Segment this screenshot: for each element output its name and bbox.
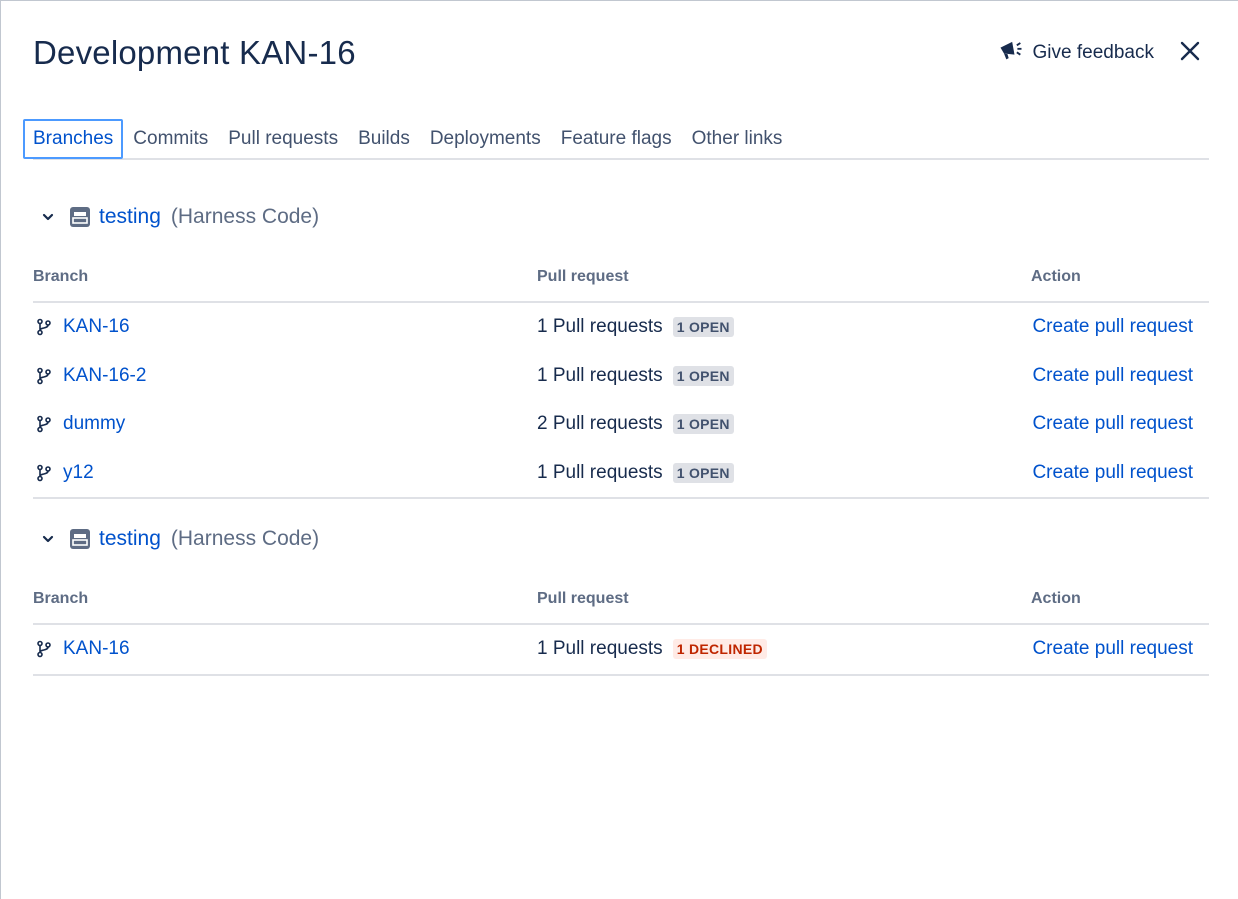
branches-table: Branch Pull request Action KAN-16 1 Pull… [33, 589, 1209, 676]
column-pull-request: Pull request [537, 268, 629, 285]
create-pull-request-link[interactable]: Create pull request [1032, 413, 1209, 435]
tab-other-links[interactable]: Other links [682, 119, 793, 159]
table-header: Branch Pull request Action [33, 267, 1209, 303]
action-cell: Create pull request [1031, 638, 1209, 660]
column-action: Action [1031, 590, 1081, 607]
pull-request-cell: 2 Pull requests 1 OPEN [537, 413, 1031, 435]
create-pull-request-link[interactable]: Create pull request [1032, 638, 1209, 660]
close-button[interactable] [1174, 37, 1206, 69]
column-branch: Branch [33, 590, 89, 607]
repository-source: (Harness Code) [170, 527, 320, 550]
table-row: y12 1 Pull requests 1 OPEN Create pull r… [33, 449, 1209, 498]
branch-link[interactable]: KAN-16-2 [63, 365, 146, 387]
branch-link[interactable]: y12 [63, 462, 94, 484]
chevron-down-icon[interactable] [33, 202, 63, 232]
tab-branches[interactable]: Branches [23, 119, 124, 159]
table-body: KAN-16 1 Pull requests 1 DECLINED Create… [33, 625, 1209, 676]
repository-source: (Harness Code) [170, 205, 320, 228]
action-cell: Create pull request [1031, 413, 1209, 435]
status-badge: 1 DECLINED [672, 639, 767, 660]
pull-request-count[interactable]: 1 Pull requests [537, 638, 663, 660]
pull-request-count[interactable]: 1 Pull requests [537, 316, 663, 338]
tab-builds[interactable]: Builds [348, 119, 420, 159]
branch-link[interactable]: KAN-16 [63, 638, 130, 660]
table-row: KAN-16-2 1 Pull requests 1 OPEN Create p… [33, 352, 1209, 401]
branch-icon [37, 367, 51, 385]
create-pull-request-link[interactable]: Create pull request [1032, 365, 1209, 387]
branch-cell: KAN-16-2 [33, 365, 537, 387]
action-cell: Create pull request [1031, 365, 1209, 387]
repository-icon [70, 529, 90, 549]
column-branch: Branch [33, 268, 89, 285]
column-pull-request: Pull request [537, 590, 629, 607]
pull-request-count[interactable]: 1 Pull requests [537, 462, 663, 484]
repository-header: testing (Harness Code) [33, 197, 1209, 237]
tab-commits[interactable]: Commits [123, 119, 218, 159]
create-pull-request-link[interactable]: Create pull request [1032, 462, 1209, 484]
repository-header: testing (Harness Code) [33, 519, 1209, 559]
branch-icon [37, 464, 51, 482]
create-pull-request-link[interactable]: Create pull request [1032, 316, 1209, 338]
status-badge: 1 OPEN [672, 317, 734, 338]
repository-link[interactable]: testing [99, 527, 161, 551]
branch-icon [37, 318, 51, 336]
repository-group: testing (Harness Code) Branch Pull reque… [33, 197, 1209, 499]
table-header: Branch Pull request Action [33, 589, 1209, 625]
branch-link[interactable]: KAN-16 [63, 316, 130, 338]
page-title: Development KAN-16 [33, 34, 356, 71]
pull-request-cell: 1 Pull requests 1 DECLINED [537, 638, 1031, 660]
status-badge: 1 OPEN [672, 414, 734, 435]
repository-link[interactable]: testing [99, 205, 161, 229]
action-cell: Create pull request [1031, 316, 1209, 338]
table-row: dummy 2 Pull requests 1 OPEN Create pull… [33, 400, 1209, 449]
development-dialog: Development KAN-16 Give feedback Branche… [0, 0, 1238, 899]
branch-cell: KAN-16 [33, 316, 537, 338]
table-row: KAN-16 1 Pull requests 1 DECLINED Create… [33, 625, 1209, 674]
repository-group: testing (Harness Code) Branch Pull reque… [33, 519, 1209, 676]
table-body: KAN-16 1 Pull requests 1 OPEN Create pul… [33, 303, 1209, 499]
give-feedback-label: Give feedback [1032, 42, 1154, 63]
table-row: KAN-16 1 Pull requests 1 OPEN Create pul… [33, 303, 1209, 352]
repository-icon [70, 207, 90, 227]
status-badge: 1 OPEN [672, 365, 734, 386]
dialog-header: Development KAN-16 Give feedback [33, 31, 1206, 75]
branch-cell: KAN-16 [33, 638, 537, 660]
pull-request-count[interactable]: 2 Pull requests [537, 413, 663, 435]
pull-request-cell: 1 Pull requests 1 OPEN [537, 462, 1031, 484]
tab-feature-flags[interactable]: Feature flags [551, 119, 682, 159]
close-icon [1178, 39, 1202, 68]
tab-bar: Branches Commits Pull requests Builds De… [23, 119, 1209, 160]
action-cell: Create pull request [1031, 462, 1209, 484]
tab-pull-requests[interactable]: Pull requests [218, 119, 348, 159]
branch-link[interactable]: dummy [63, 413, 125, 435]
branch-icon [37, 640, 51, 658]
pull-request-cell: 1 Pull requests 1 OPEN [537, 365, 1031, 387]
branches-table: Branch Pull request Action KAN-16 1 Pull… [33, 267, 1209, 499]
megaphone-icon [997, 36, 1025, 70]
column-action: Action [1031, 268, 1081, 285]
status-badge: 1 OPEN [672, 462, 734, 483]
give-feedback-button[interactable]: Give feedback [997, 36, 1154, 70]
branch-cell: y12 [33, 462, 537, 484]
branch-cell: dummy [33, 413, 537, 435]
pull-request-cell: 1 Pull requests 1 OPEN [537, 316, 1031, 338]
pull-request-count[interactable]: 1 Pull requests [537, 365, 663, 387]
header-actions: Give feedback [997, 36, 1206, 70]
tab-deployments[interactable]: Deployments [420, 119, 551, 159]
chevron-down-icon[interactable] [33, 524, 63, 554]
branch-icon [37, 415, 51, 433]
